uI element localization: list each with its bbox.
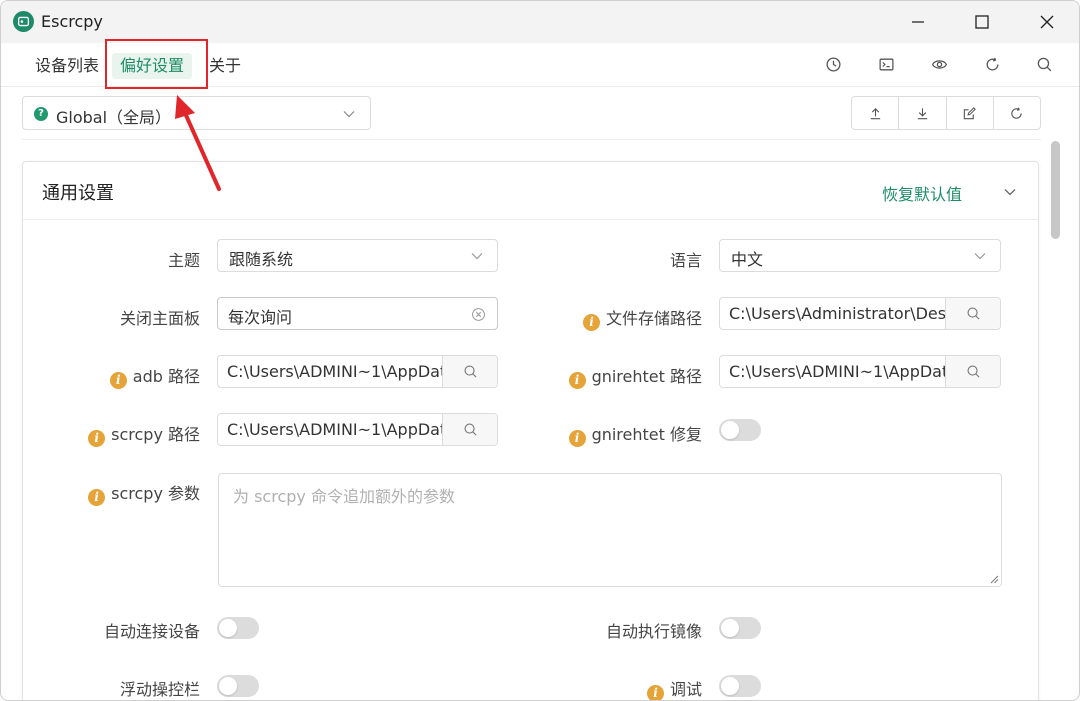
minimize-icon xyxy=(912,21,924,23)
annotation-arrow-icon xyxy=(175,95,221,191)
scrcpy-path-value: C:\Users\ADMINI~1\AppData xyxy=(227,420,442,439)
history-button[interactable] xyxy=(822,53,844,75)
search-icon xyxy=(966,307,980,320)
search-icon xyxy=(966,365,980,378)
info-icon: i xyxy=(88,489,106,506)
adb-path-field[interactable]: C:\Users\ADMINI~1\AppData xyxy=(217,355,498,388)
info-icon: i xyxy=(568,430,586,447)
info-icon: i xyxy=(109,372,127,389)
browse-gnirehtet-path-button[interactable] xyxy=(945,356,1000,387)
scrcpy-args-placeholder: 为 scrcpy 命令追加额外的参数 xyxy=(233,487,455,506)
reset-config-button[interactable] xyxy=(994,97,1040,129)
scrcpy-args-label: i scrcpy 参数 xyxy=(88,480,200,506)
restore-defaults-link[interactable]: 恢复默认值 xyxy=(882,181,962,205)
language-value: 中文 xyxy=(731,250,764,269)
annotation-highlight-box xyxy=(105,39,208,89)
browse-file-path-button[interactable] xyxy=(945,298,1000,329)
clock-icon xyxy=(825,56,841,72)
scrcpy-args-textarea[interactable]: 为 scrcpy 命令追加额外的参数 xyxy=(218,473,1002,587)
info-icon: i xyxy=(88,430,106,447)
tab-about[interactable]: 关于 xyxy=(205,53,245,79)
app-window: Escrcpy 设备列表 偏好设置 关于 ? Global（全局） 通用设置 恢… xyxy=(0,0,1080,701)
search-icon xyxy=(463,423,477,436)
close-icon xyxy=(1040,15,1054,29)
title-bar: Escrcpy xyxy=(1,1,1079,43)
edit-icon xyxy=(963,106,976,119)
file-path-field[interactable]: C:\Users\Administrator\Desktop xyxy=(719,297,1001,330)
search-button[interactable] xyxy=(1033,53,1055,75)
scrollbar-thumb[interactable] xyxy=(1051,141,1060,239)
auto-connect-toggle[interactable] xyxy=(217,617,259,639)
eye-icon xyxy=(931,59,947,69)
theme-label: 主题 xyxy=(167,251,200,270)
theme-select[interactable]: 跟随系统 xyxy=(217,239,498,272)
panel-title: 通用设置 xyxy=(42,183,114,204)
help-icon: ? xyxy=(34,107,48,121)
floating-bar-label: 浮动操控栏 xyxy=(119,680,200,699)
info-icon: i xyxy=(646,685,664,700)
close-panel-label: 关闭主面板 xyxy=(119,309,200,328)
adb-path-label: i adb 路径 xyxy=(109,363,200,389)
scrcpy-path-field[interactable]: C:\Users\ADMINI~1\AppData xyxy=(217,413,498,446)
terminal-icon xyxy=(878,58,894,70)
resize-grip-icon[interactable] xyxy=(989,574,999,584)
scrcpy-path-label: i scrcpy 路径 xyxy=(88,421,200,447)
download-icon xyxy=(917,107,928,119)
debug-label: i 调试 xyxy=(646,676,702,700)
reload-button[interactable] xyxy=(981,53,1003,75)
close-panel-select[interactable]: 每次询问 xyxy=(217,297,498,330)
theme-value: 跟随系统 xyxy=(229,250,294,269)
gnirehtet-fix-label: i gnirehtet 修复 xyxy=(568,421,702,447)
file-path-value: C:\Users\Administrator\Desktop xyxy=(729,304,945,323)
import-button[interactable] xyxy=(852,97,900,129)
auto-connect-label: 自动连接设备 xyxy=(103,622,200,641)
gnirehtet-fix-toggle[interactable] xyxy=(719,419,761,441)
search-icon xyxy=(463,365,477,378)
debug-toggle[interactable] xyxy=(719,675,761,697)
gnirehtet-path-value: C:\Users\ADMINI~1\AppData xyxy=(729,362,945,381)
close-button[interactable] xyxy=(1014,1,1079,43)
chevron-down-icon xyxy=(974,253,986,260)
gnirehtet-path-label: i gnirehtet 路径 xyxy=(568,363,702,389)
upload-icon xyxy=(870,107,880,119)
window-title: Escrcpy xyxy=(41,12,103,31)
file-path-label: i 文件存储路径 xyxy=(582,305,702,331)
tab-device-list[interactable]: 设备列表 xyxy=(31,53,103,79)
browse-scrcpy-path-button[interactable] xyxy=(442,414,497,445)
auto-mirror-label: 自动执行镜像 xyxy=(605,622,702,641)
app-logo-icon xyxy=(13,11,34,32)
terminal-button[interactable] xyxy=(875,53,897,75)
floating-bar-toggle[interactable] xyxy=(217,675,259,697)
language-select[interactable]: 中文 xyxy=(719,239,1001,272)
close-panel-value: 每次询问 xyxy=(228,308,293,327)
refresh-icon xyxy=(1011,106,1023,119)
chevron-down-icon xyxy=(343,111,355,118)
chevron-down-icon[interactable] xyxy=(1002,184,1018,200)
auto-mirror-toggle[interactable] xyxy=(719,617,761,639)
info-icon: i xyxy=(582,314,600,331)
adb-path-value: C:\Users\ADMINI~1\AppData xyxy=(227,362,442,381)
minimize-button[interactable] xyxy=(885,1,951,43)
info-icon: i xyxy=(568,372,586,389)
clear-icon[interactable] xyxy=(471,307,486,322)
preview-button[interactable] xyxy=(928,53,950,75)
edit-config-button[interactable] xyxy=(947,97,994,129)
search-icon xyxy=(1037,57,1051,71)
export-button[interactable] xyxy=(899,97,947,129)
refresh-icon xyxy=(986,57,998,70)
chevron-down-icon xyxy=(471,253,483,260)
general-settings-panel: 通用设置 恢复默认值 主题 跟随系统 语言 中文 关闭主面板 每次询问 i 文件存… xyxy=(22,161,1039,700)
browse-adb-path-button[interactable] xyxy=(442,356,497,387)
config-scope-value: Global（全局） xyxy=(56,108,172,127)
gnirehtet-path-field[interactable]: C:\Users\ADMINI~1\AppData xyxy=(719,355,1001,388)
config-actions xyxy=(851,96,1041,130)
maximize-button[interactable] xyxy=(949,1,1015,43)
maximize-icon xyxy=(975,15,989,29)
language-label: 语言 xyxy=(669,251,702,270)
